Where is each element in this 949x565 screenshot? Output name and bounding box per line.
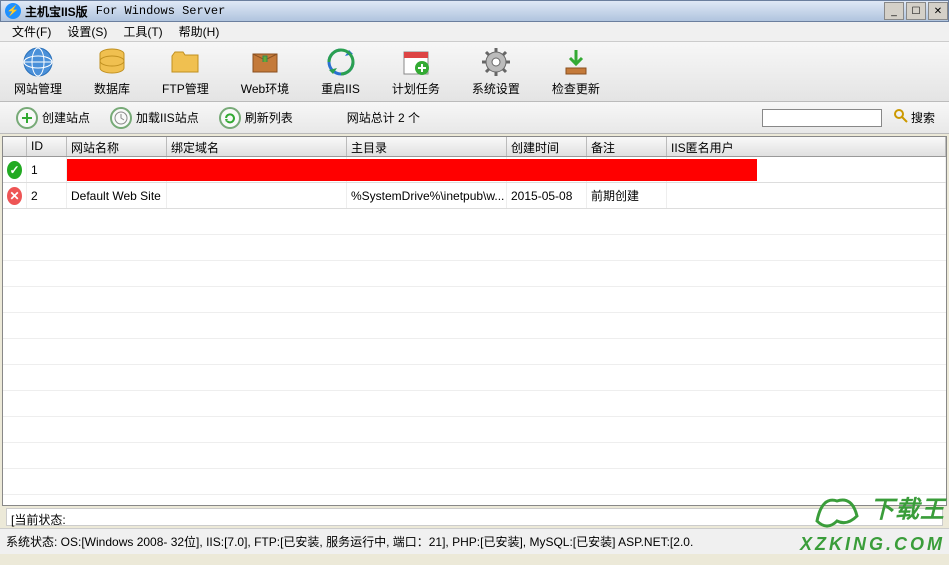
- scheduled-button[interactable]: 计划任务: [388, 44, 444, 99]
- web-env-label: Web环境: [241, 80, 289, 97]
- app-icon: ⚡: [5, 3, 21, 19]
- col-note[interactable]: 备注: [587, 137, 667, 156]
- maximize-button[interactable]: ☐: [906, 2, 926, 20]
- domain-cell: [167, 183, 347, 208]
- sys-settings-button[interactable]: 系统设置: [468, 44, 524, 99]
- sys-settings-label: 系统设置: [472, 80, 520, 97]
- col-name[interactable]: 网站名称: [67, 137, 167, 156]
- close-button[interactable]: ✕: [928, 2, 948, 20]
- site-grid: ID 网站名称 绑定域名 主目录 创建时间 备注 IIS匿名用户 ✓ 1 ✕ 2…: [2, 136, 947, 506]
- title-bar: ⚡ 主机宝IIS版 For Windows Server _ ☐ ✕: [0, 0, 949, 22]
- action-bar: 创建站点 加载IIS站点 刷新列表 网站总计 2 个 搜索: [0, 102, 949, 134]
- user-cell: [667, 183, 946, 208]
- check-update-label: 检查更新: [552, 80, 600, 97]
- grid-header: ID 网站名称 绑定域名 主目录 创建时间 备注 IIS匿名用户: [3, 137, 946, 157]
- search-input[interactable]: [762, 109, 882, 127]
- calendar-plus-icon: [400, 46, 432, 78]
- download-icon: [560, 46, 592, 78]
- site-mgmt-button[interactable]: 网站管理: [10, 44, 66, 99]
- status-ok-icon: ✓: [7, 161, 22, 179]
- menu-settings[interactable]: 设置(S): [59, 21, 115, 42]
- plus-icon: [16, 107, 38, 129]
- main-toolbar: 网站管理 数据库 FTP管理 Web环境 重启IIS 计划任务 系统设置 检查更…: [0, 42, 949, 102]
- current-status: [当前状态:: [6, 508, 943, 526]
- clock-icon: [110, 107, 132, 129]
- globe-icon: [22, 46, 54, 78]
- cycle-icon: [219, 107, 241, 129]
- dir-cell: %SystemDrive%\inetpub\w...: [347, 183, 507, 208]
- create-site-button[interactable]: 创建站点: [10, 105, 96, 131]
- col-id[interactable]: ID: [27, 137, 67, 156]
- col-user[interactable]: IIS匿名用户: [667, 137, 946, 156]
- database-icon: [96, 46, 128, 78]
- menu-bar: 文件(F) 设置(S) 工具(T) 帮助(H): [0, 22, 949, 42]
- menu-tools[interactable]: 工具(T): [115, 21, 170, 42]
- site-total: 网站总计 2 个: [347, 109, 420, 126]
- note-cell: 前期创建: [587, 183, 667, 208]
- name-cell: Default Web Site: [67, 183, 167, 208]
- ftp-mgmt-button[interactable]: FTP管理: [158, 44, 213, 99]
- col-domain[interactable]: 绑定域名: [167, 137, 347, 156]
- site-mgmt-label: 网站管理: [14, 80, 62, 97]
- status-cell: ✓: [3, 157, 27, 182]
- window-subtitle: For Windows Server: [96, 4, 226, 18]
- refresh-list-label: 刷新列表: [245, 109, 293, 126]
- grid-body: ✓ 1 ✕ 2 Default Web Site %SystemDrive%\i…: [3, 157, 946, 495]
- menu-help[interactable]: 帮助(H): [171, 21, 228, 42]
- web-env-button[interactable]: Web环境: [237, 44, 293, 99]
- refresh-list-button[interactable]: 刷新列表: [213, 105, 299, 131]
- status-cell: ✕: [3, 183, 27, 208]
- redacted-bar: [67, 159, 757, 181]
- search-button[interactable]: 搜索: [890, 107, 939, 128]
- minimize-button[interactable]: _: [884, 2, 904, 20]
- col-time[interactable]: 创建时间: [507, 137, 587, 156]
- database-label: 数据库: [94, 80, 130, 97]
- system-status: 系统状态: OS:[Windows 2008- 32位], IIS:[7.0],…: [0, 528, 949, 554]
- restart-iis-label: 重启IIS: [321, 80, 360, 97]
- search-icon: [894, 109, 908, 126]
- check-update-button[interactable]: 检查更新: [548, 44, 604, 99]
- id-cell: 1: [27, 157, 67, 182]
- scheduled-label: 计划任务: [392, 80, 440, 97]
- load-iis-label: 加载IIS站点: [136, 109, 199, 126]
- restart-iis-button[interactable]: 重启IIS: [317, 44, 364, 99]
- create-site-label: 创建站点: [42, 109, 90, 126]
- id-cell: 2: [27, 183, 67, 208]
- box-icon: [249, 46, 281, 78]
- folder-icon: [169, 46, 201, 78]
- refresh-icon: [325, 46, 357, 78]
- col-dir[interactable]: 主目录: [347, 137, 507, 156]
- database-button[interactable]: 数据库: [90, 44, 134, 99]
- time-cell: 2015-05-08: [507, 183, 587, 208]
- search-label: 搜索: [911, 109, 935, 126]
- col-status[interactable]: [3, 137, 27, 156]
- gear-icon: [480, 46, 512, 78]
- menu-file[interactable]: 文件(F): [4, 21, 59, 42]
- load-iis-button[interactable]: 加载IIS站点: [104, 105, 205, 131]
- table-row[interactable]: ✕ 2 Default Web Site %SystemDrive%\inetp…: [3, 183, 946, 209]
- ftp-mgmt-label: FTP管理: [162, 80, 209, 97]
- window-title: 主机宝IIS版: [25, 3, 88, 20]
- status-error-icon: ✕: [7, 187, 22, 205]
